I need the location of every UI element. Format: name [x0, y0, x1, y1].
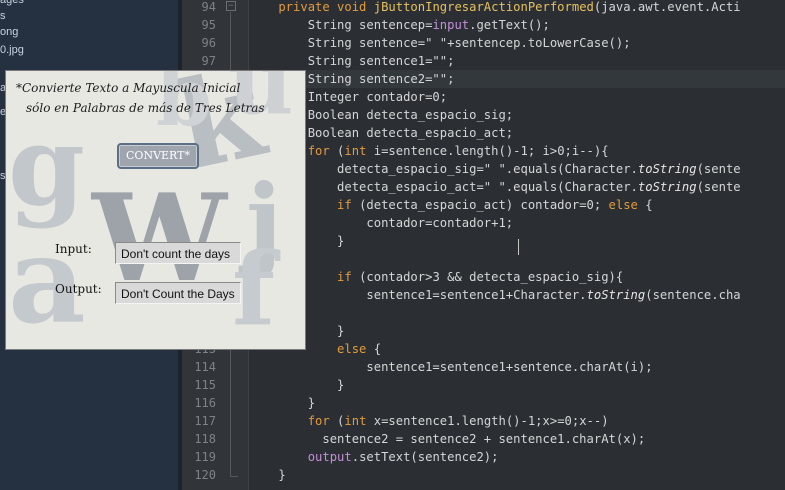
code-line: Boolean detecta_espacio_act;: [249, 126, 514, 140]
line-number: 94: [201, 0, 216, 14]
code-line: sentence1=sentence1+Character.toString(s…: [249, 288, 741, 302]
code-line: }: [249, 468, 286, 482]
code-line: Integer contador=0;: [249, 90, 448, 104]
tree-item[interactable]: 0.jpg: [0, 44, 24, 60]
applet-window: k g W a j f b u *Convierte Texto a Mayus…: [5, 70, 306, 350]
code-line: for (int i=sentence.length()-1; i>0;i--)…: [307, 144, 609, 158]
code-line: Boolean detecta_espacio_sig;: [249, 108, 514, 122]
input-label: Input:: [55, 242, 92, 256]
code-line: }: [337, 324, 345, 338]
background-letter: u: [228, 70, 294, 135]
fold-collapse-icon[interactable]: −: [226, 1, 236, 11]
background-letter: W: [92, 168, 227, 309]
line-number: 119: [194, 450, 216, 464]
tree-item[interactable]: ages: [0, 0, 24, 10]
output-label: Output:: [55, 282, 102, 296]
code-line: sentence1=sentence1+sentence.charAt(i);: [249, 360, 653, 374]
code-line: contador=contador+1;: [249, 216, 514, 230]
code-line: }: [337, 234, 345, 248]
convert-button[interactable]: CONVERT*: [117, 143, 199, 169]
code-line: String sentencep=input.getText();: [249, 18, 550, 32]
line-number: 97: [201, 54, 216, 68]
code-line: sentence2 = sentence2 + sentence1.charAt…: [249, 432, 646, 446]
line-number: 96: [201, 36, 216, 50]
code-line: private void jButtonIngresarActionPerfor…: [249, 0, 741, 14]
input-field[interactable]: Don't count the days: [115, 242, 241, 264]
background-letter: g: [8, 101, 85, 230]
code-line: if (detecta_espacio_act) contador=0; els…: [337, 198, 653, 212]
code-line: for (int x=sentence1.length()-1;x>=0;x--…: [249, 414, 609, 428]
code-line: else {: [249, 342, 382, 356]
background-letter: a: [8, 210, 86, 350]
code-line: }: [249, 396, 316, 410]
code-line: String sentence1="";: [249, 54, 455, 68]
tree-item[interactable]: ong: [0, 26, 18, 42]
line-number: 114: [194, 360, 216, 374]
code-line: }: [249, 378, 345, 392]
code-line: output.setText(sentence2);: [249, 450, 499, 464]
tree-item[interactable]: s: [0, 10, 6, 26]
line-number: 116: [194, 396, 216, 410]
code-line: detecta_espacio_act=" ".equals(Character…: [249, 180, 741, 194]
line-number: 118: [194, 432, 216, 446]
code-line-current: String sentence2="";: [249, 70, 785, 88]
code-line: String sentence=" "+sentencep.toLowerCas…: [249, 36, 631, 50]
heading-line-1: *Convierte Texto a Mayuscula Inicial: [16, 81, 241, 95]
text-cursor: [518, 239, 519, 255]
output-field[interactable]: Don't Count the Days: [115, 282, 241, 304]
fold-guide-end: [230, 476, 238, 477]
line-number: 120: [194, 468, 216, 482]
code-editor[interactable]: private void jButtonIngresarActionPerfor…: [249, 0, 785, 490]
code-line: if (contador>3 && detecta_espacio_sig){: [337, 270, 624, 284]
code-line: detecta_espacio_sig=" ".equals(Character…: [249, 162, 741, 176]
line-number: 95: [201, 18, 216, 32]
line-number: 117: [194, 414, 216, 428]
line-number: 115: [194, 378, 216, 392]
heading-line-2: sólo en Palabras de más de Tres Letras: [26, 101, 265, 115]
